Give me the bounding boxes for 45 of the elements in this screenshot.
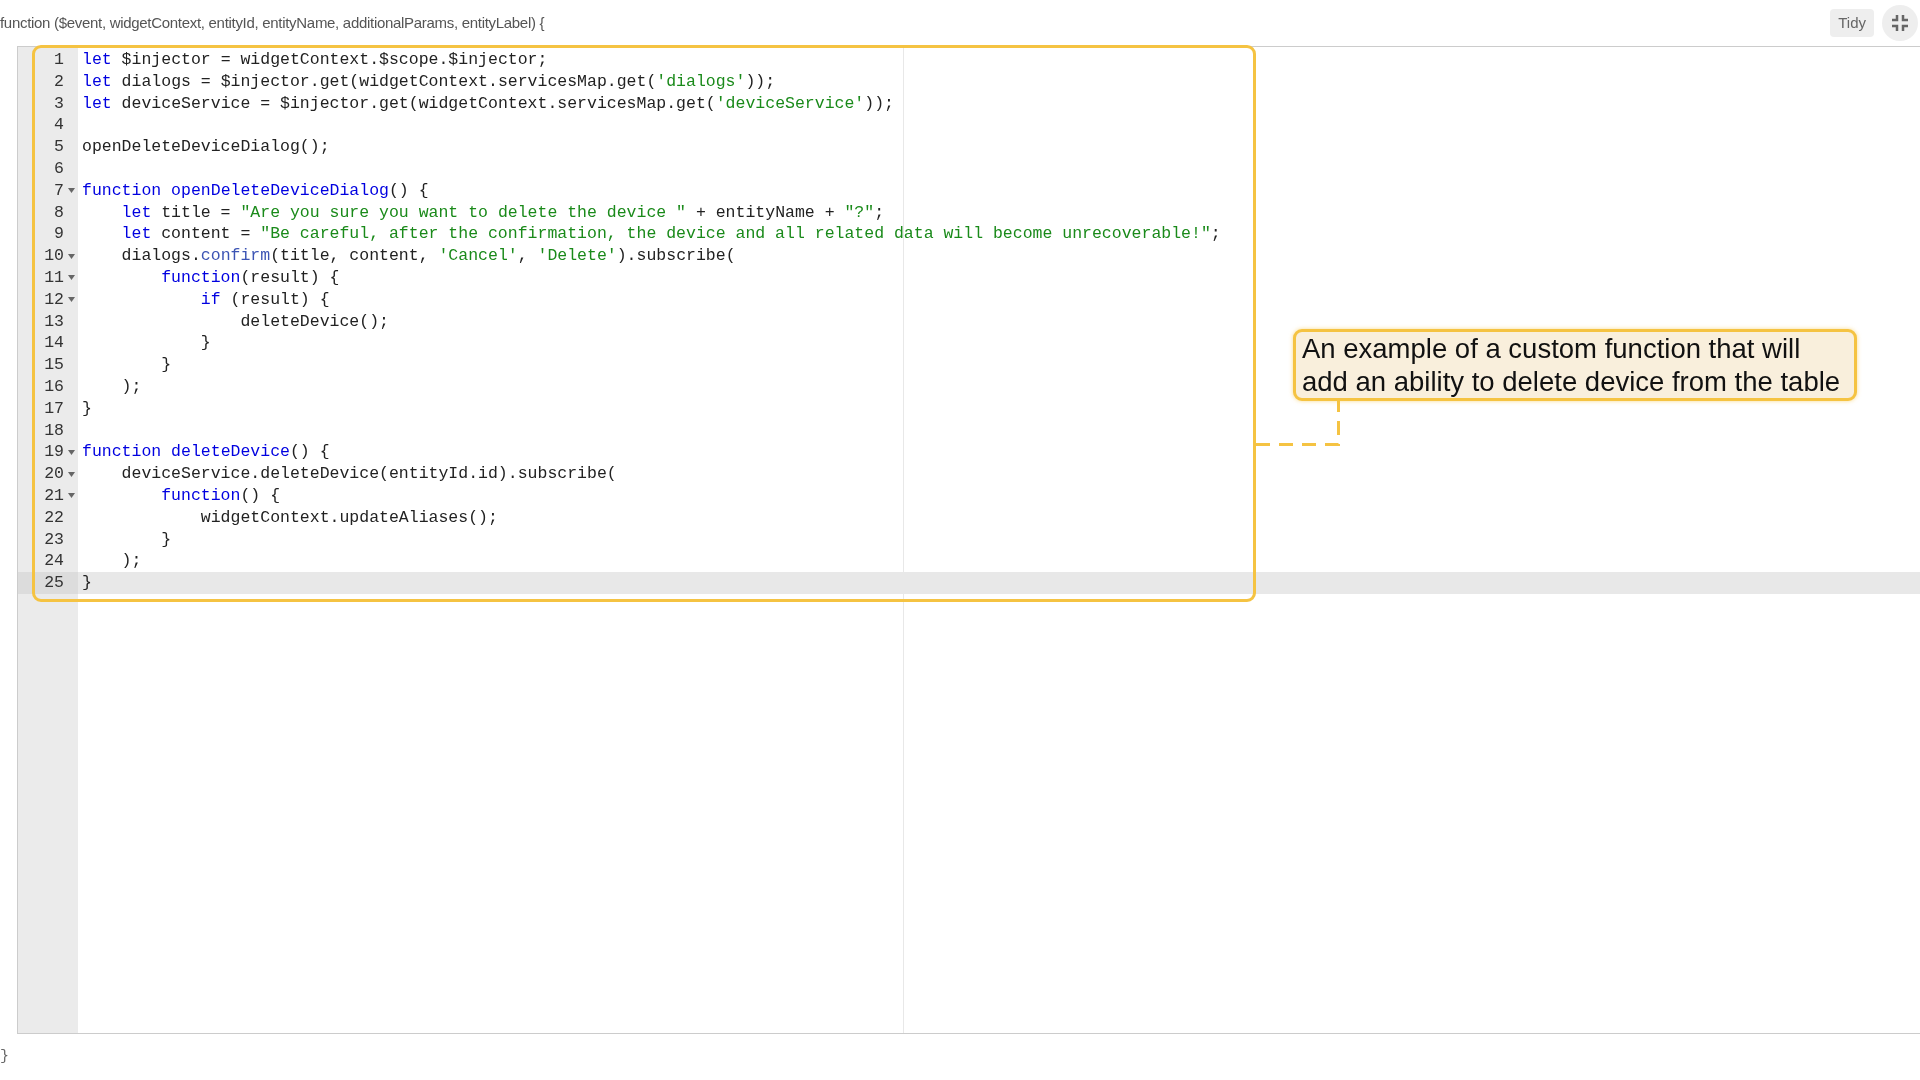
line-number: 4 — [54, 114, 65, 137]
line-number: 17 — [44, 397, 65, 420]
line-number: 15 — [44, 354, 65, 376]
code-line: function deleteDevice() { — [82, 442, 330, 462]
function-signature: function ($event, widgetContext, entityId, entityName, additionalParams, entityLabel) { — [0, 12, 545, 33]
code-line: let content = "Be careful, after the confirmation, the device and all related data will become unrecoverable!"; — [120, 224, 1221, 244]
code-line: ); — [120, 551, 142, 571]
code-line: let dialogs = $injector.get(widgetContext.servicesMap.get('dialogs')); — [82, 71, 776, 91]
line-number: 1 — [54, 49, 65, 71]
code-line: } — [82, 573, 92, 593]
code-line: function openDeleteDeviceDialog() { — [82, 180, 429, 200]
code-line: } — [199, 333, 211, 353]
code-line: deleteDevice(); — [239, 311, 389, 331]
line-number: 2 — [54, 70, 65, 93]
line-number: 13 — [44, 310, 65, 333]
code-line: ); — [120, 376, 142, 396]
exit-fullscreen-button[interactable] — [1882, 5, 1918, 41]
code-line: let $injector = widgetContext.$scope.$injector; — [82, 50, 548, 69]
closing-brace: } — [0, 1048, 9, 1065]
code-line: openDeleteDeviceDialog(); — [82, 137, 330, 157]
line-number: 3 — [54, 92, 65, 115]
line-number: 18 — [44, 419, 65, 442]
line-number: 8 — [54, 201, 65, 224]
annotation-callout: An example of a custom function that will add an ability to delete device from the table — [1293, 329, 1857, 401]
code-line: widgetContext.updateAliases(); — [199, 507, 498, 527]
code-line: function(result) { — [160, 267, 340, 287]
line-number: 5 — [54, 136, 65, 158]
line-number: 24 — [44, 550, 65, 573]
code-line: function() { — [160, 485, 281, 505]
code-line: } — [160, 355, 172, 375]
line-number: 23 — [44, 528, 65, 551]
line-number: 6 — [54, 158, 65, 180]
line-number: 16 — [44, 375, 65, 398]
code-line: let title = "Are you sure you want to delete the device " + entityName + "?"; — [120, 202, 885, 222]
line-number: 22 — [44, 506, 65, 529]
code-line: } — [160, 529, 172, 549]
line-number: 14 — [44, 332, 65, 355]
code-line: if (result) { — [199, 289, 330, 309]
code-line: } — [82, 398, 92, 418]
line-number: 9 — [54, 223, 65, 246]
code-line: dialogs.confirm(title, content, 'Cancel', 'Delete').subscribe( — [120, 246, 736, 266]
code-line: deviceService.deleteDevice(entityId.id).subscribe( — [120, 464, 617, 484]
code-line: let deviceService = $injector.get(widgetContext.servicesMap.get('deviceService')); — [82, 93, 894, 113]
exit-fullscreen-icon — [1891, 14, 1909, 32]
tidy-button[interactable]: Tidy — [1830, 8, 1874, 38]
